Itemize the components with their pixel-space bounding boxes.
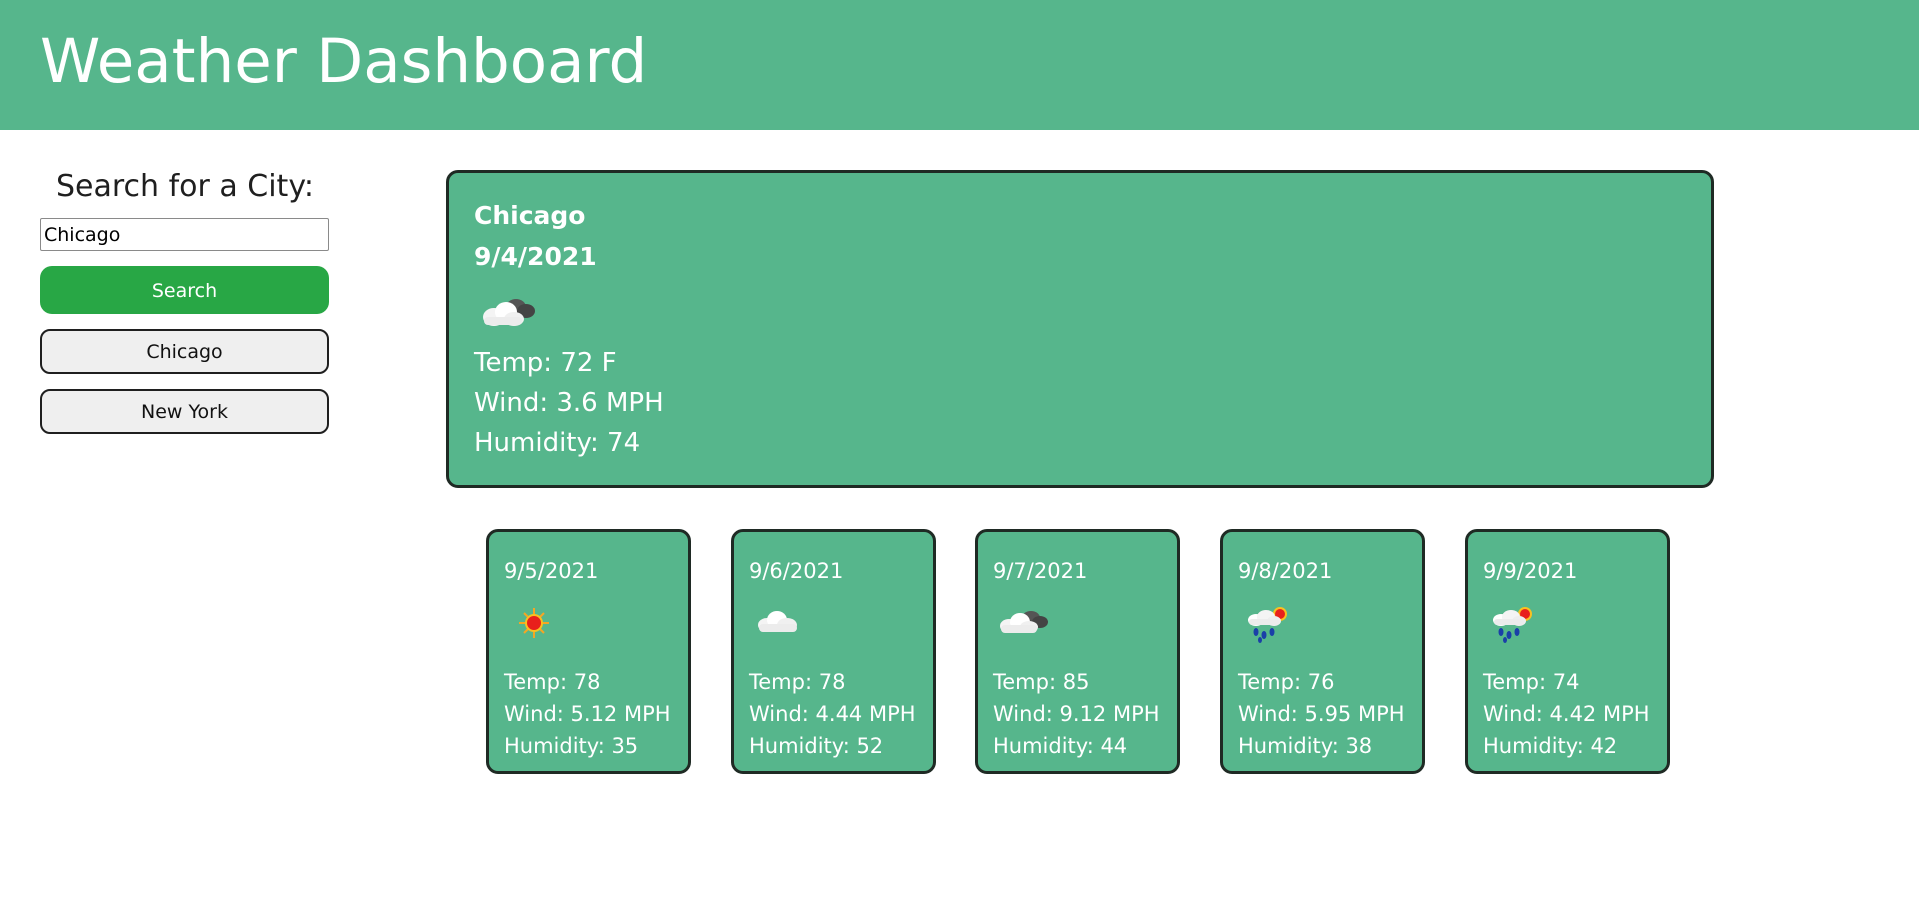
page-title: Weather Dashboard [40, 26, 648, 97]
app-header: Weather Dashboard [0, 0, 1919, 130]
forecast-wind: Wind: 9.12 MPH [993, 702, 1160, 726]
forecast-card: 9/7/2021 Temp: 85 Wind: 9.12 MPH Humidit… [975, 529, 1180, 774]
forecast-date: 9/6/2021 [749, 559, 844, 583]
current-temp: Temp: 72 F [474, 348, 617, 378]
partly-cloudy-icon [474, 281, 1711, 343]
city-search-input[interactable] [40, 218, 329, 251]
forecast-temp: Temp: 78 [504, 670, 601, 694]
rain-sun-icon [1483, 594, 1667, 652]
current-date: 9/4/2021 [474, 242, 597, 271]
current-wind: Wind: 3.6 MPH [474, 388, 664, 418]
forecast-card: 9/9/2021 Temp: 74 Wind: 4.42 MPH Humidit… [1465, 529, 1670, 774]
forecast-humidity: Humidity: 35 [504, 734, 639, 758]
partly-cloudy-icon [993, 594, 1177, 652]
forecast-card: 9/6/2021 Temp: 78 Wind: 4.44 MPH Humidit… [731, 529, 936, 774]
forecast-card: 9/5/2021 Temp: 78 Wind: 5.12 MPH Humidit… [486, 529, 691, 774]
cloud-icon [749, 594, 933, 652]
forecast-temp: Temp: 78 [749, 670, 846, 694]
forecast-date: 9/7/2021 [993, 559, 1088, 583]
forecast-wind: Wind: 5.12 MPH [504, 702, 671, 726]
forecast-card: 9/8/2021 Temp: 76 Wind: 5.95 MPH Humidit… [1220, 529, 1425, 774]
forecast-date: 9/8/2021 [1238, 559, 1333, 583]
current-city: Chicago [474, 201, 586, 230]
sun-icon [504, 594, 688, 652]
forecast-humidity: Humidity: 52 [749, 734, 884, 758]
forecast-humidity: Humidity: 42 [1483, 734, 1618, 758]
forecast-temp: Temp: 76 [1238, 670, 1335, 694]
forecast-wind: Wind: 4.42 MPH [1483, 702, 1650, 726]
forecast-wind: Wind: 5.95 MPH [1238, 702, 1405, 726]
forecast-humidity: Humidity: 38 [1238, 734, 1373, 758]
search-sidebar: Search for a City: Search Chicago New Yo… [40, 165, 330, 449]
forecast-wind: Wind: 4.44 MPH [749, 702, 916, 726]
search-button[interactable]: Search [40, 266, 329, 314]
current-weather-card: Chicago 9/4/2021 Temp: 72 F Wind: 3.6 MP… [446, 170, 1714, 488]
rain-sun-icon [1238, 594, 1422, 652]
forecast-date: 9/5/2021 [504, 559, 599, 583]
history-button-new-york[interactable]: New York [40, 389, 329, 434]
current-humidity: Humidity: 74 [474, 428, 641, 458]
search-heading: Search for a City: [55, 169, 315, 204]
forecast-temp: Temp: 85 [993, 670, 1090, 694]
forecast-humidity: Humidity: 44 [993, 734, 1128, 758]
forecast-date: 9/9/2021 [1483, 559, 1578, 583]
forecast-temp: Temp: 74 [1483, 670, 1580, 694]
history-button-chicago[interactable]: Chicago [40, 329, 329, 374]
